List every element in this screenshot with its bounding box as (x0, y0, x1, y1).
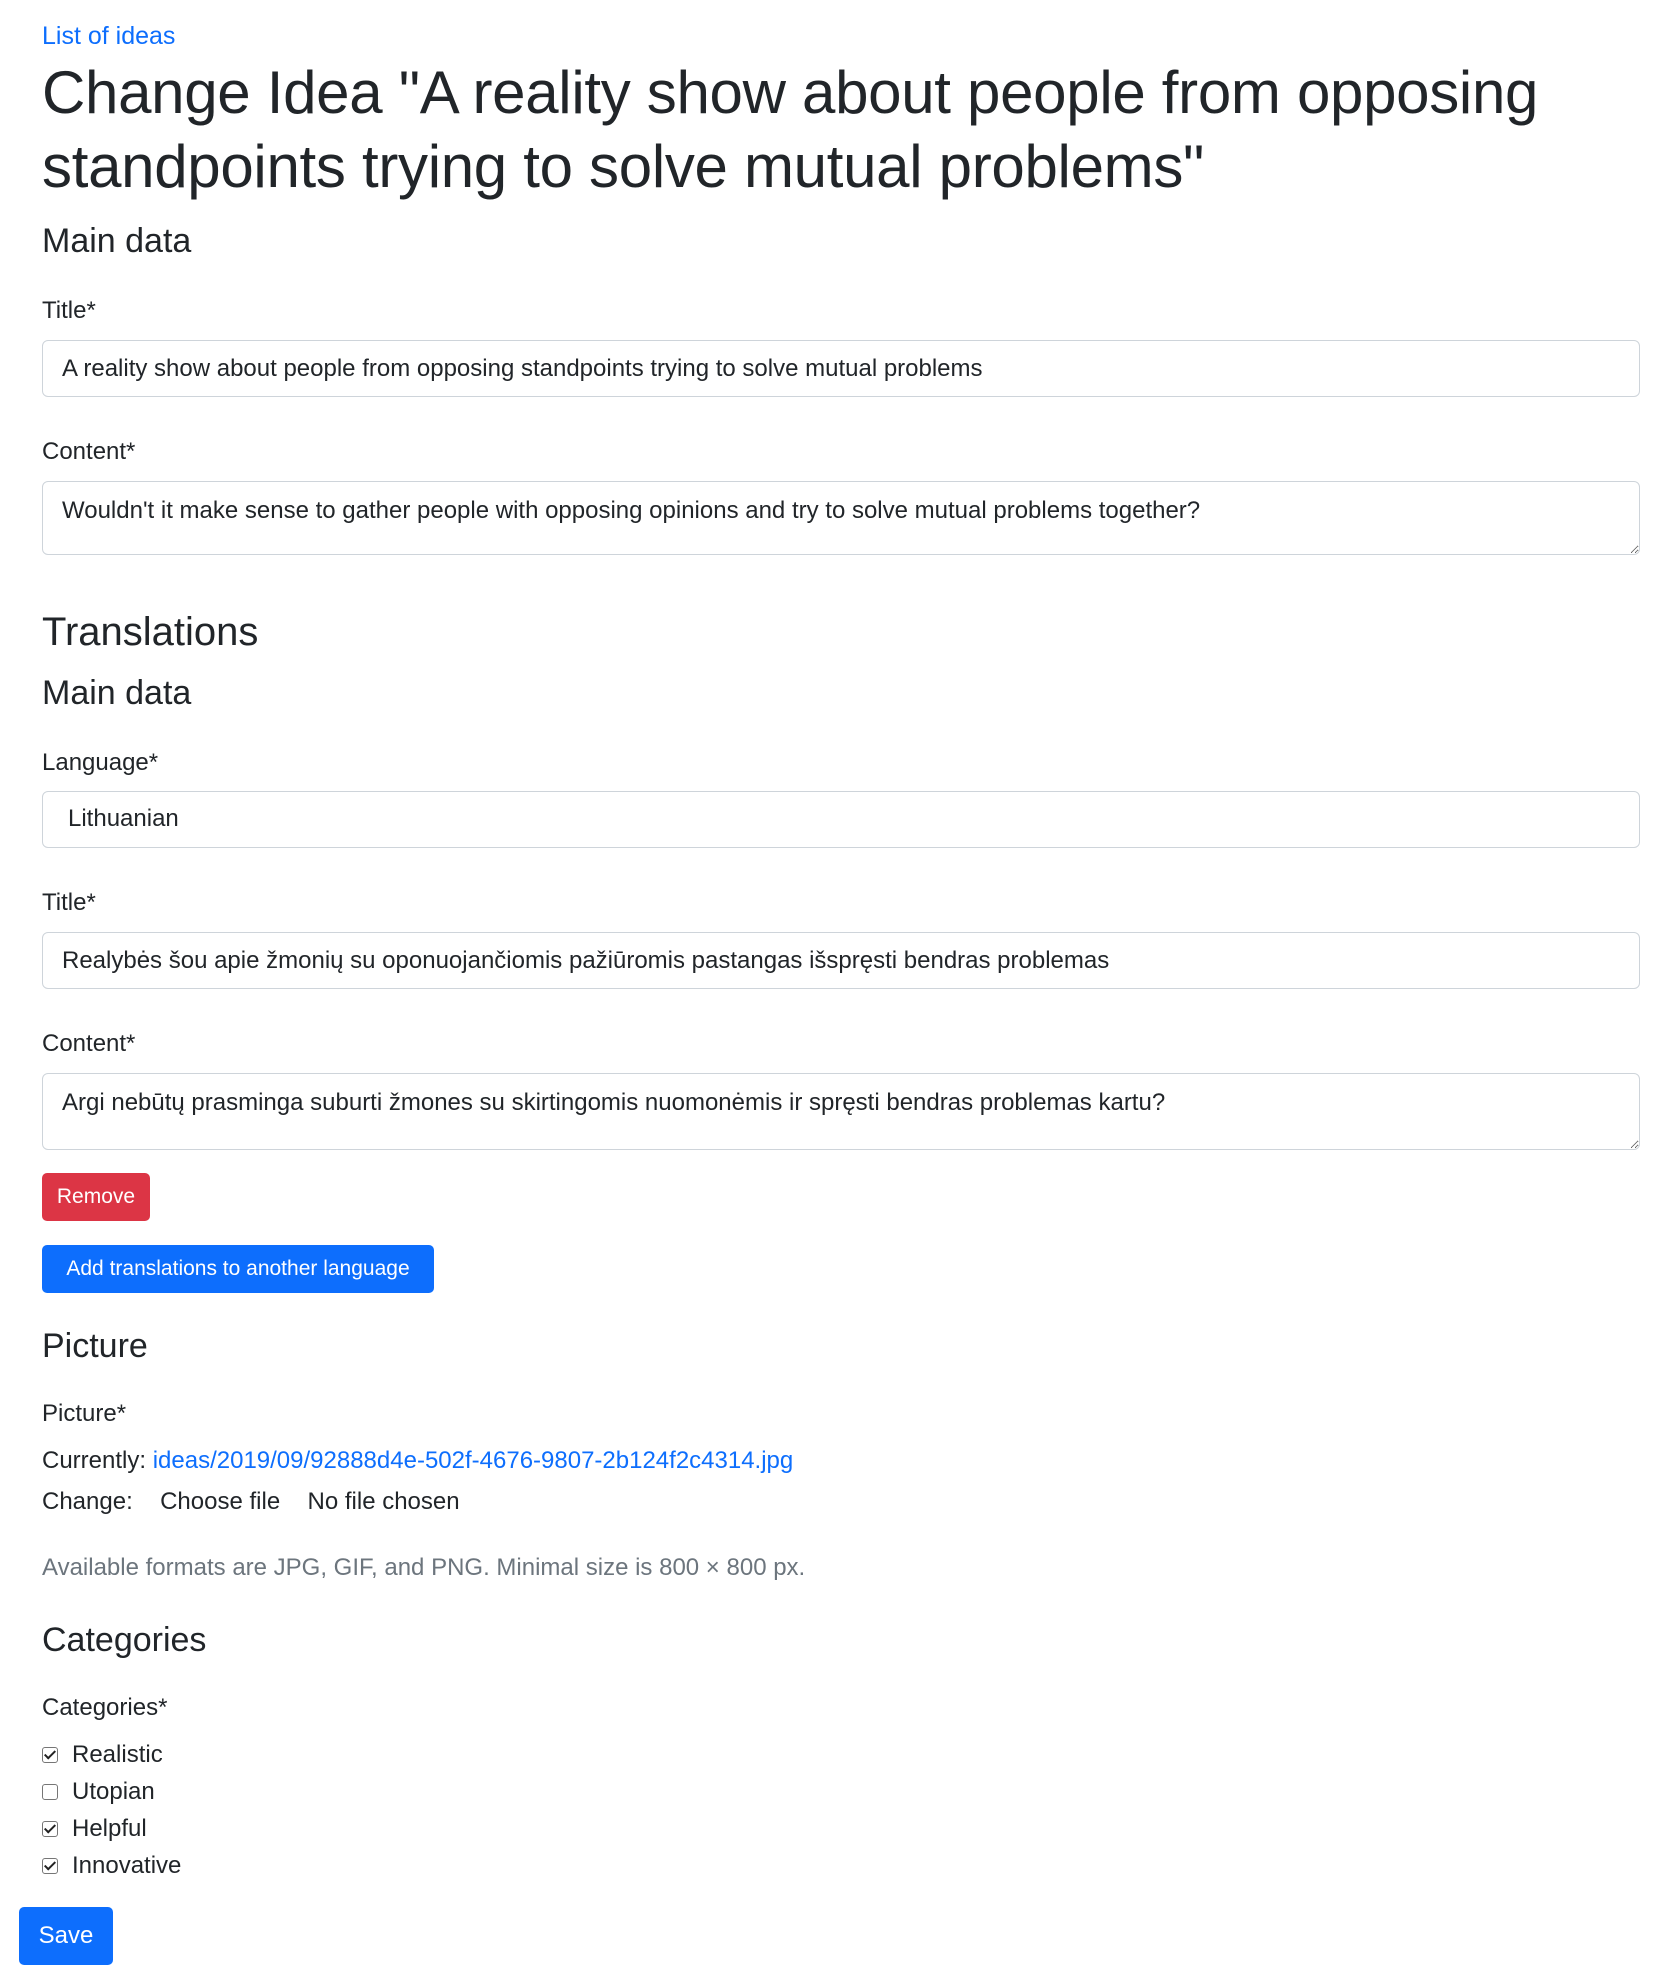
category-innovative-checkbox[interactable] (42, 1858, 58, 1874)
category-helpful-checkbox[interactable] (42, 1821, 58, 1837)
category-innovative-label: Innovative (72, 1852, 182, 1879)
currently-label: Currently: (42, 1447, 147, 1474)
current-picture-link[interactable]: ideas/2019/09/92888d4e-502f-4676-9807-2b… (153, 1447, 794, 1474)
translation-content-label: Content* (42, 1030, 136, 1057)
remove-translation-button[interactable]: Remove (42, 1173, 150, 1221)
category-utopian-checkbox[interactable] (42, 1784, 58, 1800)
title-input[interactable] (42, 340, 1640, 397)
category-helpful-label: Helpful (72, 1815, 147, 1842)
categories-label: Categories* (42, 1694, 168, 1721)
page-title: Change Idea "A reality show about people… (42, 59, 1539, 200)
title-label: Title* (42, 297, 96, 324)
list-of-ideas-link[interactable]: List of ideas (42, 20, 175, 52)
picture-heading: Picture (42, 1327, 148, 1365)
category-utopian-label: Utopian (72, 1778, 155, 1805)
language-label: Language* (42, 749, 159, 776)
picture-help-text: Available formats are JPG, GIF, and PNG.… (42, 1554, 806, 1581)
language-select[interactable]: Lithuanian (42, 791, 1640, 848)
category-realistic-checkbox[interactable] (42, 1747, 58, 1763)
category-realistic-label: Realistic (72, 1741, 163, 1768)
content-textarea[interactable]: Wouldn't it make sense to gather people … (42, 481, 1640, 555)
translations-heading: Translations (42, 610, 259, 654)
change-label: Change: (42, 1488, 133, 1515)
language-select-value: Lithuanian (68, 805, 179, 832)
translation-content-textarea[interactable]: Argi nebūtų prasminga suburti žmones su … (42, 1073, 1640, 1150)
main-data-heading: Main data (42, 222, 192, 260)
category-utopian[interactable]: Utopian (42, 1777, 155, 1807)
category-innovative[interactable]: Innovative (42, 1851, 181, 1881)
choose-file-button[interactable]: Choose file (160, 1488, 280, 1515)
category-realistic[interactable]: Realistic (42, 1740, 163, 1770)
save-button[interactable]: Save (19, 1907, 113, 1965)
content-label: Content* (42, 438, 136, 465)
translation-title-input[interactable] (42, 932, 1640, 989)
picture-change-row: Change: Choose file No file chosen (42, 1487, 460, 1517)
picture-label: Picture* (42, 1400, 127, 1427)
add-translation-button[interactable]: Add translations to another language (42, 1245, 434, 1293)
translation-main-data-heading: Main data (42, 674, 192, 712)
translation-title-label: Title* (42, 889, 96, 916)
categories-heading: Categories (42, 1621, 207, 1659)
category-helpful[interactable]: Helpful (42, 1814, 147, 1844)
no-file-chosen-text: No file chosen (307, 1488, 460, 1515)
picture-currently-row: Currently: ideas/2019/09/92888d4e-502f-4… (42, 1446, 793, 1476)
